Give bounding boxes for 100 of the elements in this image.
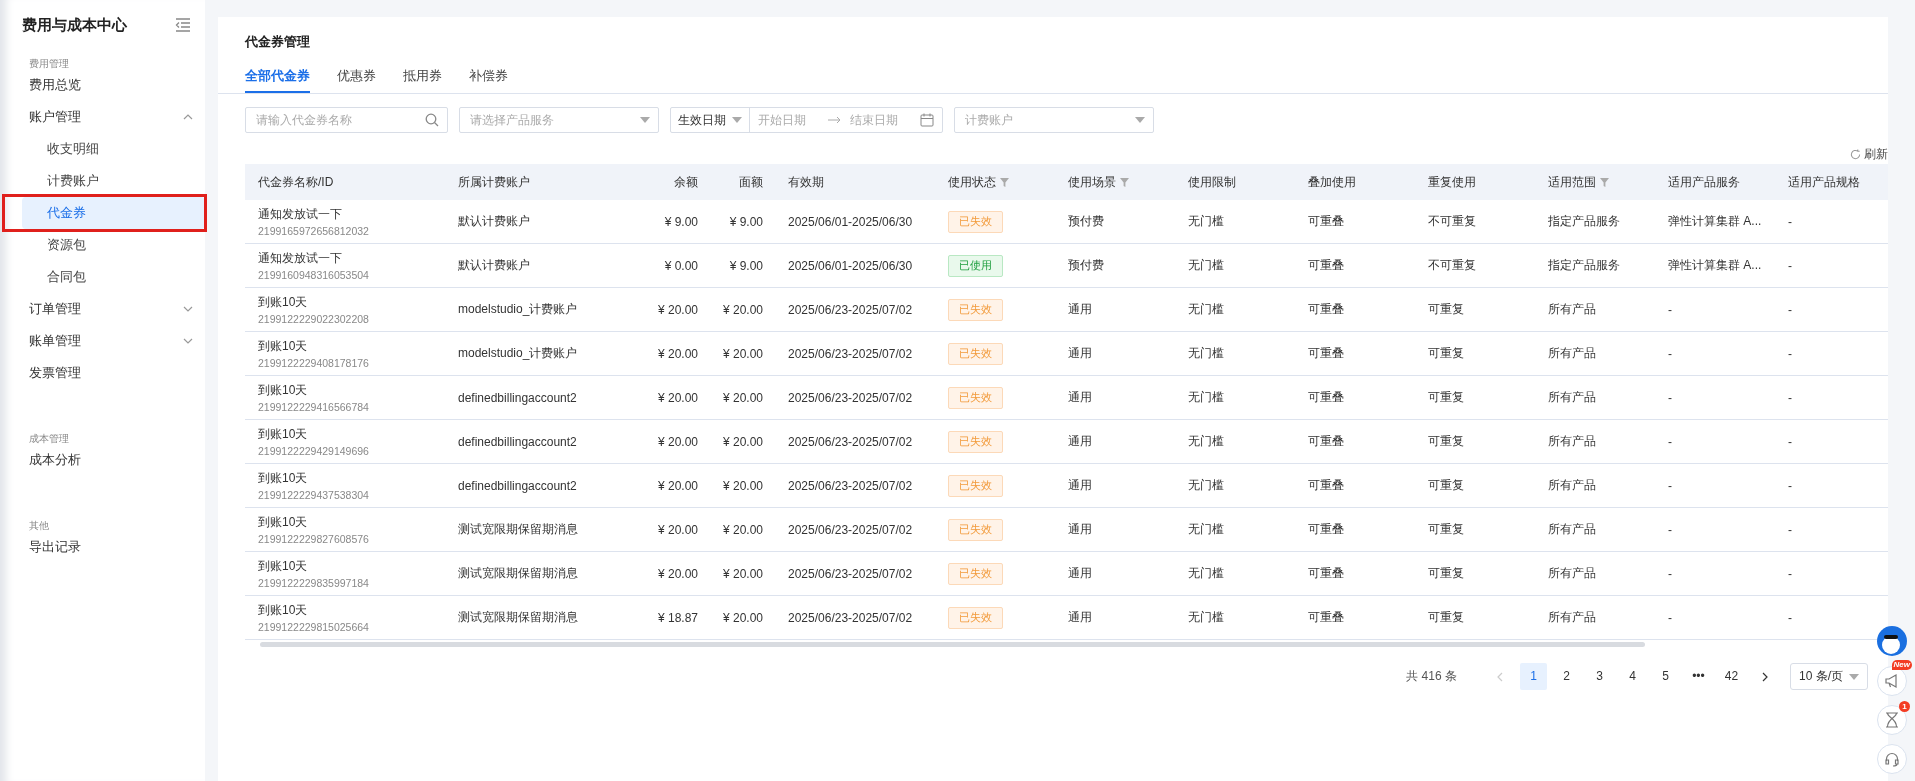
page-button[interactable]: 4 <box>1619 663 1646 690</box>
tab[interactable]: 抵用券 <box>403 61 442 93</box>
table-cell: 无门槛 <box>1188 522 1224 536</box>
page-button[interactable]: ••• <box>1685 663 1712 690</box>
table-cell: 无门槛 <box>1188 390 1224 404</box>
table-cell: 无门槛 <box>1188 566 1224 580</box>
voucher-id: 2199122229429149696 <box>258 445 370 457</box>
page-button[interactable]: 5 <box>1652 663 1679 690</box>
nav-item[interactable]: 订单管理 <box>12 293 205 325</box>
table-cell: 2025/06/23-2025/07/02 <box>788 478 913 493</box>
nav-item[interactable]: 导出记录 <box>12 531 205 563</box>
table-cell: 2025/06/23-2025/07/02 <box>788 302 913 317</box>
table-cell: ¥ 20.00 <box>723 346 764 361</box>
column-header: 代金券名称/ID <box>258 173 334 191</box>
voucher-name: 到账10天 <box>258 382 309 399</box>
page-button[interactable]: 42 <box>1718 663 1745 690</box>
nav-item[interactable]: 发票管理 <box>12 357 205 389</box>
table-cell: - <box>1668 478 1672 493</box>
table-cell: 可重叠 <box>1308 214 1344 228</box>
table-cell: ¥ 20.00 <box>658 434 699 449</box>
table-cell: ¥ 9.00 <box>729 214 763 229</box>
page-button[interactable]: 1 <box>1520 663 1547 690</box>
table-cell: 无门槛 <box>1188 346 1224 360</box>
voucher-id: 2199122229815025664 <box>258 621 370 633</box>
voucher-id: 2199160948316053504 <box>258 269 370 281</box>
page-size-select[interactable]: 10 条/页 <box>1790 663 1868 690</box>
table-cell: 可重复 <box>1428 566 1464 580</box>
table-cell: 通用 <box>1068 346 1092 360</box>
table-cell: 2025/06/23-2025/07/02 <box>788 390 913 405</box>
table-cell: 可重叠 <box>1308 522 1344 536</box>
table-cell: - <box>1788 522 1792 537</box>
table-cell: - <box>1788 434 1792 449</box>
filter-icon[interactable] <box>1120 177 1129 187</box>
table-cell: ¥ 20.00 <box>658 302 699 317</box>
table-cell: ¥ 20.00 <box>658 566 699 581</box>
column-header: 适用产品规格 <box>1788 173 1860 191</box>
tab[interactable]: 补偿券 <box>469 61 508 93</box>
calendar-icon[interactable] <box>920 113 934 127</box>
table-cell: definedbillingaccount2 <box>458 390 577 405</box>
voucher-id: 2199165972656812032 <box>258 225 370 237</box>
table-cell: - <box>1668 566 1672 581</box>
table-cell: 2025/06/23-2025/07/02 <box>788 346 913 361</box>
table-cell: 2025/06/23-2025/07/02 <box>788 610 913 625</box>
next-page-icon[interactable] <box>1762 671 1768 682</box>
voucher-id: 2199122229827608576 <box>258 533 370 545</box>
nav-item[interactable]: 账单管理 <box>12 325 205 357</box>
status-tag: 已失效 <box>948 606 1003 629</box>
voucher-id: 2199122229835997184 <box>258 577 370 589</box>
refresh-icon <box>1850 148 1861 160</box>
nav-item[interactable]: 资源包 <box>22 229 205 261</box>
date-type-select[interactable]: 生效日期 <box>671 108 750 132</box>
table-cell: ¥ 9.00 <box>664 214 698 229</box>
caret-icon <box>640 117 650 123</box>
section-label: 成本管理 <box>28 432 70 444</box>
column-header[interactable]: 使用场景 <box>1068 173 1129 191</box>
table-cell: 无门槛 <box>1188 478 1224 492</box>
table-cell: 2025/06/23-2025/07/02 <box>788 434 913 449</box>
table-cell: 可重复 <box>1428 346 1464 360</box>
refresh-button[interactable]: 刷新 <box>1850 147 1888 161</box>
nav-item[interactable]: 费用总览 <box>12 69 205 101</box>
table-cell: 可重叠 <box>1308 478 1344 492</box>
nav-item[interactable]: 收支明细 <box>22 133 205 165</box>
table-cell: 所有产品 <box>1548 434 1596 448</box>
filter-icon[interactable] <box>1000 177 1009 187</box>
voucher-id: 2199122229416566784 <box>258 401 370 413</box>
table-cell: 可重叠 <box>1308 390 1344 404</box>
column-header[interactable]: 使用状态 <box>948 173 1009 191</box>
column-header: 所属计费账户 <box>458 173 530 191</box>
table-cell: 2025/06/01-2025/06/30 <box>788 214 913 229</box>
voucher-name: 到账10天 <box>258 602 309 619</box>
table-cell: - <box>1788 346 1792 361</box>
voucher-name: 到账10天 <box>258 470 309 487</box>
table-cell: 弹性计算集群 A... <box>1668 258 1762 272</box>
table-cell: 所有产品 <box>1548 478 1596 492</box>
collapse-menu-icon[interactable] <box>175 18 191 32</box>
filter-icon[interactable] <box>1600 177 1609 187</box>
page-button[interactable]: 3 <box>1586 663 1613 690</box>
nav-item[interactable]: 合同包 <box>22 261 205 293</box>
nav-item[interactable]: 账户管理 <box>12 101 205 133</box>
column-header: 叠加使用 <box>1308 173 1356 191</box>
page-button[interactable]: 2 <box>1553 663 1580 690</box>
table-cell: ¥ 20.00 <box>723 610 764 625</box>
table-cell: 不可重复 <box>1428 214 1476 228</box>
scrollbar-thumb[interactable] <box>260 642 1645 647</box>
nav-item[interactable]: 成本分析 <box>12 444 205 476</box>
nav-item[interactable]: 代金券 <box>22 197 205 229</box>
column-header[interactable]: 适用范围 <box>1548 173 1609 191</box>
table-cell: 可重复 <box>1428 610 1464 624</box>
column-header: 面额 <box>739 173 763 191</box>
section-label: 其他 <box>28 519 50 531</box>
column-header: 余额 <box>674 173 698 191</box>
nav-item[interactable]: 计费账户 <box>22 165 205 197</box>
caret-icon <box>732 117 742 123</box>
voucher-name: 到账10天 <box>258 514 309 531</box>
tab[interactable]: 优惠券 <box>337 61 376 93</box>
table-cell: 测试宽限期保留期消息 <box>458 566 578 580</box>
voucher-name: 到账10天 <box>258 426 309 443</box>
mascot-avatar-icon[interactable] <box>1876 625 1908 657</box>
tab[interactable]: 全部代金券 <box>245 61 310 93</box>
status-tag: 已失效 <box>948 210 1003 233</box>
